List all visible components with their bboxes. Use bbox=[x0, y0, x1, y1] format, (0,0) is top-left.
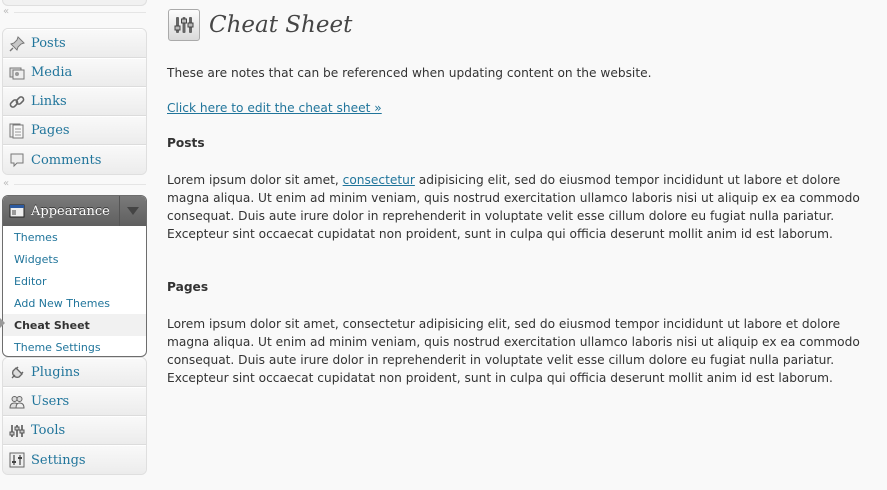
menu-separator[interactable]: « bbox=[0, 5, 148, 19]
page-title: Cheat Sheet bbox=[209, 12, 353, 38]
appearance-icon bbox=[3, 203, 31, 219]
menu-label-links: Links bbox=[31, 94, 67, 109]
page-header: Cheat Sheet bbox=[168, 8, 352, 42]
tools-icon bbox=[168, 9, 200, 41]
collapse-arrow-icon[interactable]: « bbox=[3, 5, 9, 19]
submenu-item-themes[interactable]: Themes bbox=[3, 226, 146, 248]
appearance-submenu: Themes Widgets Editor Add New Themes Che… bbox=[3, 226, 146, 358]
section-heading-pages: Pages bbox=[167, 280, 209, 294]
settings-icon bbox=[3, 452, 31, 468]
section-heading-posts: Posts bbox=[167, 136, 205, 150]
tools-icon bbox=[3, 423, 31, 439]
submenu-toggle[interactable] bbox=[119, 196, 146, 226]
menu-item-appearance[interactable]: Appearance bbox=[3, 196, 146, 226]
pages-icon bbox=[3, 123, 31, 139]
menu-label-posts: Posts bbox=[31, 36, 66, 51]
menu-label-tools: Tools bbox=[31, 423, 66, 438]
menu-group-content: Posts Media Links Pages Comments bbox=[2, 28, 147, 175]
intro-text: These are notes that can be referenced w… bbox=[167, 66, 652, 80]
edit-link-paragraph: Click here to edit the cheat sheet » bbox=[167, 99, 882, 117]
collapsed-menu-stub bbox=[2, 0, 147, 6]
admin-sidebar: « Posts Media Links Pages Comments « App… bbox=[0, 0, 148, 490]
menu-group-admin: Plugins Users Tools Settings bbox=[2, 357, 147, 475]
comments-icon bbox=[3, 152, 31, 168]
menu-label-comments: Comments bbox=[31, 152, 102, 168]
section-body-pages: Lorem ipsum dolor sit amet, consectetur … bbox=[167, 317, 860, 385]
menu-item-media[interactable]: Media bbox=[3, 58, 146, 87]
menu-item-users[interactable]: Users bbox=[3, 387, 146, 416]
menu-item-links[interactable]: Links bbox=[3, 87, 146, 116]
pushpin-icon bbox=[3, 35, 31, 52]
section-body-posts: Lorem ipsum dolor sit amet, consectetur … bbox=[167, 173, 860, 241]
media-icon bbox=[3, 65, 31, 81]
current-item-arrow-icon bbox=[0, 318, 5, 328]
submenu-item-theme-settings[interactable]: Theme Settings bbox=[3, 336, 146, 358]
submenu-item-widgets[interactable]: Widgets bbox=[3, 248, 146, 270]
menu-label-media: Media bbox=[31, 65, 73, 80]
plugin-icon bbox=[3, 365, 31, 381]
menu-label-users: Users bbox=[31, 394, 70, 409]
submenu-item-editor[interactable]: Editor bbox=[3, 270, 146, 292]
menu-label-plugins: Plugins bbox=[31, 365, 80, 380]
menu-separator[interactable]: « bbox=[0, 177, 148, 191]
chevron-down-icon bbox=[127, 207, 139, 215]
menu-item-settings[interactable]: Settings bbox=[3, 445, 146, 474]
menu-item-plugins[interactable]: Plugins bbox=[3, 358, 146, 387]
edit-cheat-sheet-link[interactable]: Click here to edit the cheat sheet » bbox=[167, 101, 382, 115]
submenu-item-add-new-themes[interactable]: Add New Themes bbox=[3, 292, 146, 314]
submenu-item-cheat-sheet[interactable]: Cheat Sheet bbox=[3, 314, 146, 336]
users-icon bbox=[3, 394, 31, 410]
menu-item-posts[interactable]: Posts bbox=[3, 29, 146, 58]
menu-item-pages[interactable]: Pages bbox=[3, 116, 146, 145]
link-icon bbox=[3, 94, 31, 110]
menu-group-appearance: Appearance Themes Widgets Editor Add New… bbox=[2, 195, 147, 357]
menu-item-comments[interactable]: Comments bbox=[3, 145, 146, 174]
menu-label-pages: Pages bbox=[31, 123, 70, 138]
menu-label-settings: Settings bbox=[31, 452, 86, 468]
menu-label-appearance: Appearance bbox=[31, 203, 110, 219]
menu-item-tools[interactable]: Tools bbox=[3, 416, 146, 445]
collapse-arrow-icon[interactable]: « bbox=[3, 177, 9, 191]
consectetur-link[interactable]: consectetur bbox=[343, 173, 415, 187]
